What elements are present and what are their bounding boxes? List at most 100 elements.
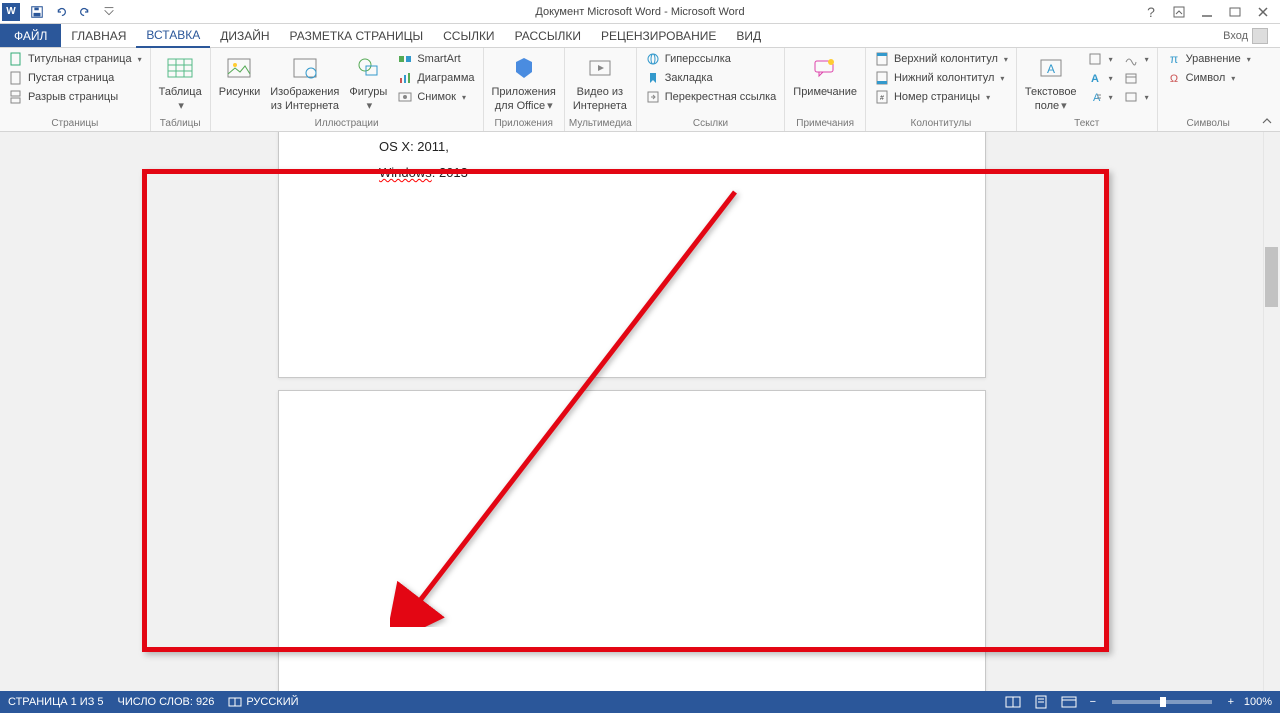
tab-layout[interactable]: РАЗМЕТКА СТРАНИЦЫ: [280, 24, 434, 47]
tab-review[interactable]: РЕЦЕНЗИРОВАНИЕ: [591, 24, 726, 47]
minimize-button[interactable]: [1194, 2, 1220, 22]
page-2[interactable]: [278, 390, 986, 691]
tab-insert[interactable]: ВСТАВКА: [136, 24, 210, 48]
spell-error: Windows: [379, 165, 432, 180]
zoom-in-button[interactable]: +: [1224, 696, 1238, 708]
print-layout-button[interactable]: [1030, 693, 1052, 711]
help-button[interactable]: ?: [1138, 2, 1164, 22]
group-apps: Приложениядля Office▾ Приложения: [484, 48, 565, 131]
page-break-button[interactable]: Разрыв страницы: [4, 88, 146, 106]
zoom-slider[interactable]: [1112, 700, 1212, 704]
group-label: Символы: [1162, 117, 1255, 131]
qat-customize-button[interactable]: [98, 1, 120, 23]
dropcap-icon: A: [1087, 89, 1103, 105]
video-icon: [584, 52, 616, 84]
label: Нижний колонтитул: [894, 72, 994, 84]
label: Текстовое: [1025, 86, 1077, 98]
undo-button[interactable]: [50, 1, 72, 23]
redo-button[interactable]: [74, 1, 96, 23]
online-picture-icon: [289, 52, 321, 84]
symbol-button[interactable]: ΩСимвол▾: [1162, 69, 1255, 87]
save-button[interactable]: [26, 1, 48, 23]
group-label: Приложения: [488, 117, 560, 131]
sign-in-link[interactable]: Вход: [1223, 28, 1268, 44]
zoom-out-button[interactable]: −: [1086, 696, 1100, 708]
chart-button[interactable]: Диаграмма: [393, 69, 478, 87]
page-icon: [8, 70, 24, 86]
label: Символ: [1186, 72, 1226, 84]
wordart-button[interactable]: A▾: [1083, 69, 1117, 87]
avatar-icon: [1252, 28, 1268, 44]
equation-button[interactable]: πУравнение▾: [1162, 50, 1255, 68]
group-media: Видео изИнтернета Мультимедиа: [565, 48, 637, 131]
zoom-slider-thumb[interactable]: [1160, 697, 1166, 707]
page-number-icon: #: [874, 89, 890, 105]
online-video-button[interactable]: Видео изИнтернета: [569, 50, 631, 114]
label: Уравнение: [1186, 53, 1241, 65]
maximize-button[interactable]: [1222, 2, 1248, 22]
cover-page-button[interactable]: Титульная страница▾: [4, 50, 146, 68]
collapse-ribbon-button[interactable]: [1258, 115, 1276, 129]
tab-home[interactable]: ГЛАВНАЯ: [61, 24, 136, 47]
picture-icon: [223, 52, 255, 84]
zoom-level[interactable]: 100%: [1244, 696, 1272, 708]
online-pictures-button[interactable]: Изображенияиз Интернета: [266, 50, 343, 114]
page-count[interactable]: СТРАНИЦА 1 ИЗ 5: [8, 696, 104, 708]
word-count[interactable]: ЧИСЛО СЛОВ: 926: [118, 696, 215, 708]
label: Изображения: [270, 86, 339, 98]
apps-icon: [508, 52, 540, 84]
shapes-button[interactable]: Фигуры▾: [345, 50, 391, 114]
signature-line-button[interactable]: ▾: [1119, 50, 1153, 68]
text-box-button[interactable]: AТекстовоеполе▾: [1021, 50, 1081, 114]
apps-for-office-button[interactable]: Приложениядля Office▾: [488, 50, 560, 114]
group-label: Колонтитулы: [870, 117, 1012, 131]
wordart-icon: A: [1087, 70, 1103, 86]
page-number-button[interactable]: #Номер страницы▾: [870, 88, 1012, 106]
tab-design[interactable]: ДИЗАЙН: [210, 24, 279, 47]
table-button[interactable]: Таблица▾: [155, 50, 206, 114]
symbol-icon: Ω: [1166, 70, 1182, 86]
header-icon: [874, 51, 890, 67]
document-area[interactable]: OS X: 2011, Windows: 2013: [0, 132, 1280, 691]
scrollbar-thumb[interactable]: [1265, 247, 1278, 307]
web-layout-button[interactable]: [1058, 693, 1080, 711]
pictures-button[interactable]: Рисунки: [215, 50, 265, 100]
vertical-scrollbar[interactable]: [1263, 132, 1280, 691]
doc-text-line: Windows: 2013: [379, 165, 468, 180]
chart-icon: [397, 70, 413, 86]
read-mode-button[interactable]: [1002, 693, 1024, 711]
footer-button[interactable]: Нижний колонтитул▾: [870, 69, 1012, 87]
screenshot-button[interactable]: Снимок▾: [393, 88, 478, 106]
page-1[interactable]: OS X: 2011, Windows: 2013: [278, 132, 986, 378]
svg-text:Ω: Ω: [1169, 73, 1177, 85]
word-app-icon: W: [2, 3, 20, 21]
group-symbols: πУравнение▾ ΩСимвол▾ Символы: [1158, 48, 1259, 131]
tab-mailings[interactable]: РАССЫЛКИ: [505, 24, 591, 47]
group-illustrations: Рисунки Изображенияиз Интернета Фигуры▾ …: [211, 48, 484, 131]
window-controls: ?: [1138, 2, 1280, 22]
comment-icon: [809, 52, 841, 84]
blank-page-button[interactable]: Пустая страница: [4, 69, 146, 87]
label: Пустая страница: [28, 72, 114, 84]
date-time-button[interactable]: [1119, 69, 1153, 87]
quick-parts-button[interactable]: ▾: [1083, 50, 1117, 68]
label: Интернета: [573, 100, 627, 112]
cross-reference-button[interactable]: Перекрестная ссылка: [641, 88, 781, 106]
bookmark-button[interactable]: Закладка: [641, 69, 781, 87]
language-status[interactable]: РУССКИЙ: [228, 695, 298, 709]
ribbon-options-button[interactable]: [1166, 2, 1192, 22]
group-label: Таблицы: [155, 117, 206, 131]
header-button[interactable]: Верхний колонтитул▾: [870, 50, 1012, 68]
label: Верхний колонтитул: [894, 53, 998, 65]
sign-in-label: Вход: [1223, 30, 1248, 42]
tab-view[interactable]: ВИД: [726, 24, 771, 47]
comment-button[interactable]: Примечание: [789, 50, 861, 100]
screenshot-icon: [397, 89, 413, 105]
hyperlink-button[interactable]: Гиперссылка: [641, 50, 781, 68]
tab-references[interactable]: ССЫЛКИ: [433, 24, 504, 47]
smartart-button[interactable]: SmartArt: [393, 50, 478, 68]
object-button[interactable]: ▾: [1119, 88, 1153, 106]
close-button[interactable]: [1250, 2, 1276, 22]
tab-file[interactable]: ФАЙЛ: [0, 24, 61, 47]
drop-cap-button[interactable]: A▾: [1083, 88, 1117, 106]
